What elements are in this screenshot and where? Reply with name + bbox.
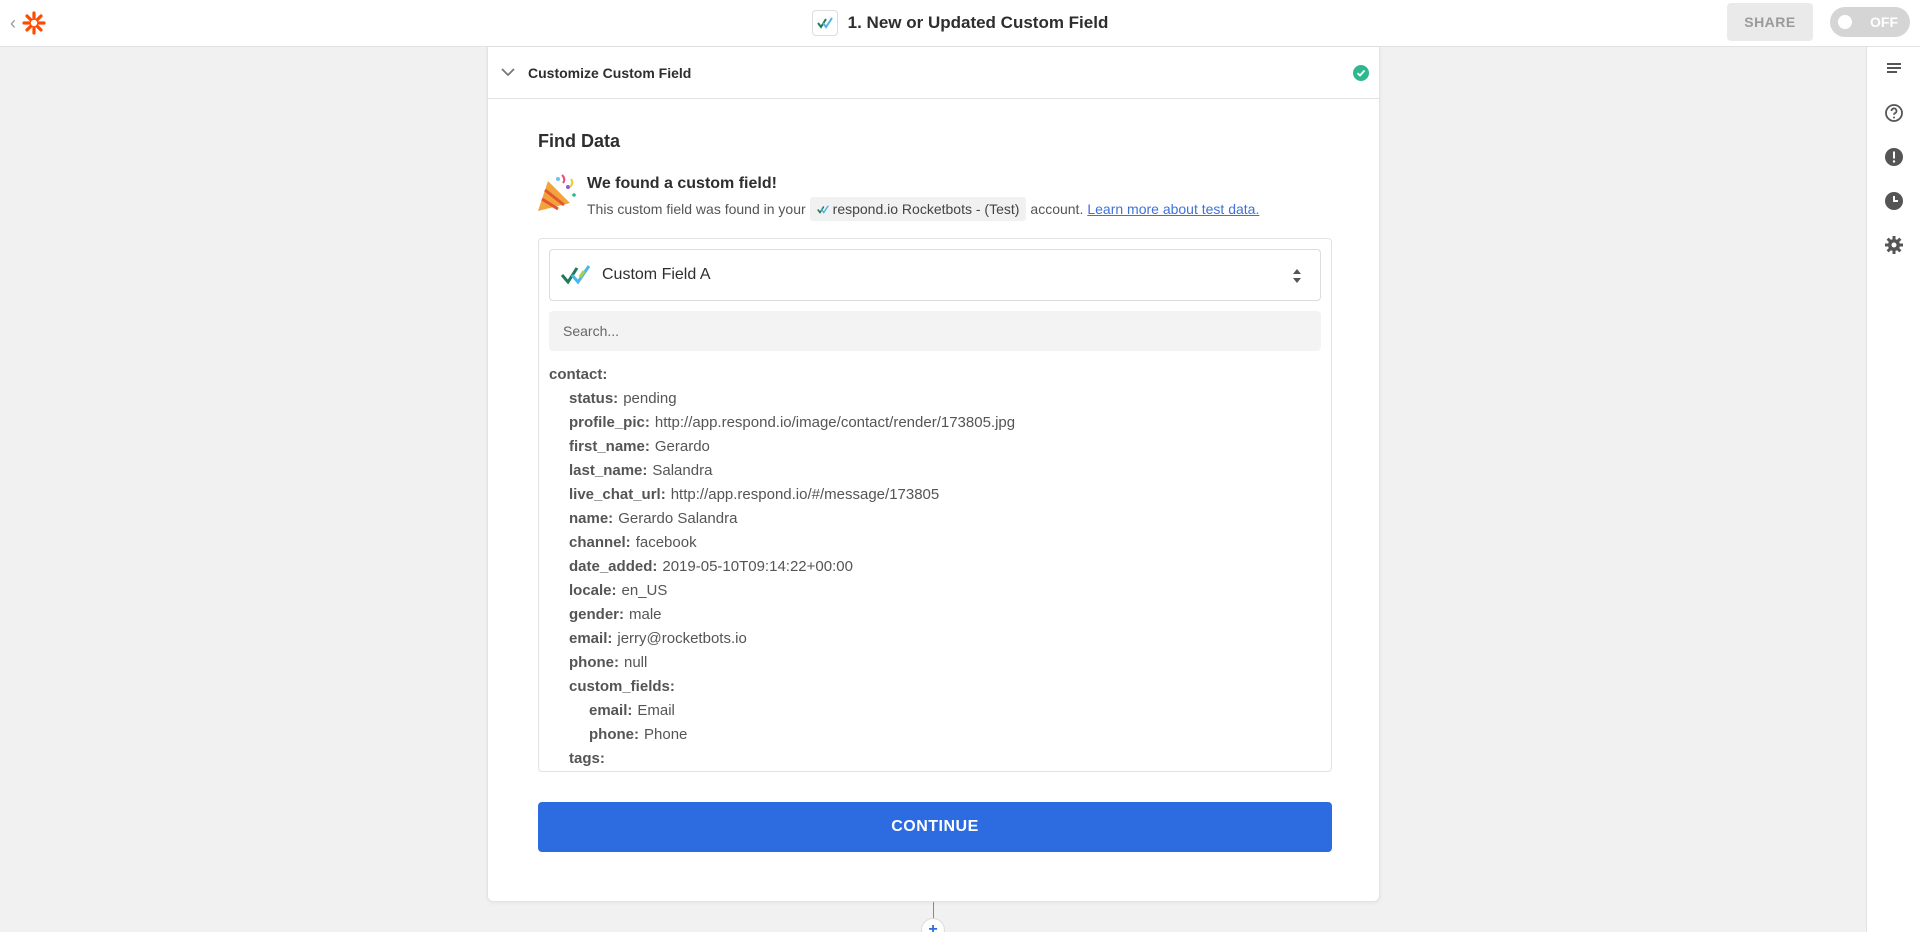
section-header[interactable]: Customize Custom Field [488,47,1379,99]
tree-row: date_added: 2019-05-10T09:14:22+00:00 [549,555,1321,579]
tree-key: status: [569,390,619,407]
alert-icon[interactable] [1882,145,1906,169]
select-value: Custom Field A [602,266,711,283]
account-name: respond.io Rocketbots - (Test) [832,201,1020,217]
respond-io-icon [560,265,591,285]
tree-key: phone: [589,726,639,743]
found-title: We found a custom field! [587,175,777,192]
found-description: This custom field was found in your resp… [587,197,1259,221]
page-title[interactable]: 1. New or Updated Custom Field [848,13,1109,33]
continue-button[interactable]: CONTINUE [538,802,1332,852]
help-icon[interactable] [1882,101,1906,125]
right-sidebar [1866,47,1920,932]
tree-row: email: Email [549,699,1321,723]
history-clock-icon[interactable] [1882,189,1906,213]
toggle-knob [1838,15,1852,29]
tree-key: first_name: [569,438,650,455]
title-area: 1. New or Updated Custom Field [0,0,1920,46]
tree-row: tags: [549,747,1321,771]
tree-row: locale: en_US [549,579,1321,603]
tree-key: name: [569,510,614,527]
top-bar: ‹ 1. New or Updated Custom Field SHARE O… [0,0,1920,47]
tree-row: channel: facebook [549,531,1321,555]
test-data-box: Custom Field A contact:status:pendingpro… [538,238,1332,772]
tree-row: email: jerry@rocketbots.io [549,627,1321,651]
account-chip: respond.io Rocketbots - (Test) [809,197,1027,221]
tree-value: Gerardo [654,438,710,455]
tree-row: custom_fields: [549,675,1321,699]
add-step-button[interactable]: + [921,918,945,932]
tree-value: male [629,606,662,623]
tree-key: channel: [569,534,631,551]
data-tree: contact: status: pending profile_pic: http:/… [549,363,1321,771]
tree-value: http://app.respond.io/image/contact/rend… [654,414,1016,431]
tree-value: null [624,654,648,671]
respond-io-icon [816,204,829,214]
tree-key: last_name: [569,462,648,479]
tree-key: profile_pic: [569,414,650,431]
tree-key: email: [569,630,613,647]
tree-row: phone: Phone [549,723,1321,747]
found-suffix: account. [1030,201,1084,217]
tree-key: live_chat_url: [569,486,666,503]
tree-value: Salandra [652,462,713,479]
toggle-label: OFF [1870,14,1898,30]
sort-arrows-icon [1293,269,1301,283]
tree-key: date_added: [569,558,658,575]
tree-row: name: Gerardo Salandra [549,507,1321,531]
tree-value: pending [623,390,677,407]
tree-value: Email [637,702,675,719]
respond-io-app-icon [811,10,838,36]
step-panel: Customize Custom Field Find Data We foun… [487,47,1380,902]
tree-row: live_chat_url: http://app.respond.io/#/me… [549,483,1321,507]
tree-value: facebook [635,534,697,551]
details-list-icon[interactable] [1882,57,1906,81]
tree-key: contact: [549,366,608,383]
tree-key: phone: [569,654,619,671]
tree-value: http://app.respond.io/#/message/173805 [670,486,940,503]
tree-value: jerry@rocketbots.io [617,630,747,647]
learn-more-link[interactable]: Learn more about test data. [1087,201,1259,217]
settings-gear-icon[interactable] [1882,233,1906,257]
tree-row: status: pending [549,387,1321,411]
tree-value: en_US [621,582,668,599]
zap-on-off-toggle[interactable]: OFF [1830,7,1910,37]
tree-row: gender: male [549,603,1321,627]
tree-row: last_name: Salandra [549,459,1321,483]
party-popper-icon [536,173,578,213]
tree-value: 2019-05-10T09:14:22+00:00 [662,558,853,575]
found-prefix: This custom field was found in your [587,201,806,217]
tree-key: email: [589,702,633,719]
tree-row: profile_pic: http://app.respond.io/image/… [549,411,1321,435]
tree-row: phone: null [549,651,1321,675]
chevron-down-icon[interactable] [498,63,518,83]
record-select[interactable]: Custom Field A [549,249,1321,301]
tree-key: locale: [569,582,617,599]
search-input[interactable] [549,311,1321,351]
tree-row: first_name: Gerardo [549,435,1321,459]
tree-key: gender: [569,606,625,623]
tree-value: Phone [644,726,688,743]
tree-key: custom_fields: [569,678,675,695]
check-circle-icon [1353,65,1369,81]
tree-key: tags: [569,750,605,767]
find-data-title: Find Data [538,131,621,151]
section-title: Customize Custom Field [528,64,692,81]
tree-value: Gerardo Salandra [618,510,738,527]
tree-row: contact: [549,363,1321,387]
share-button[interactable]: SHARE [1727,3,1813,41]
